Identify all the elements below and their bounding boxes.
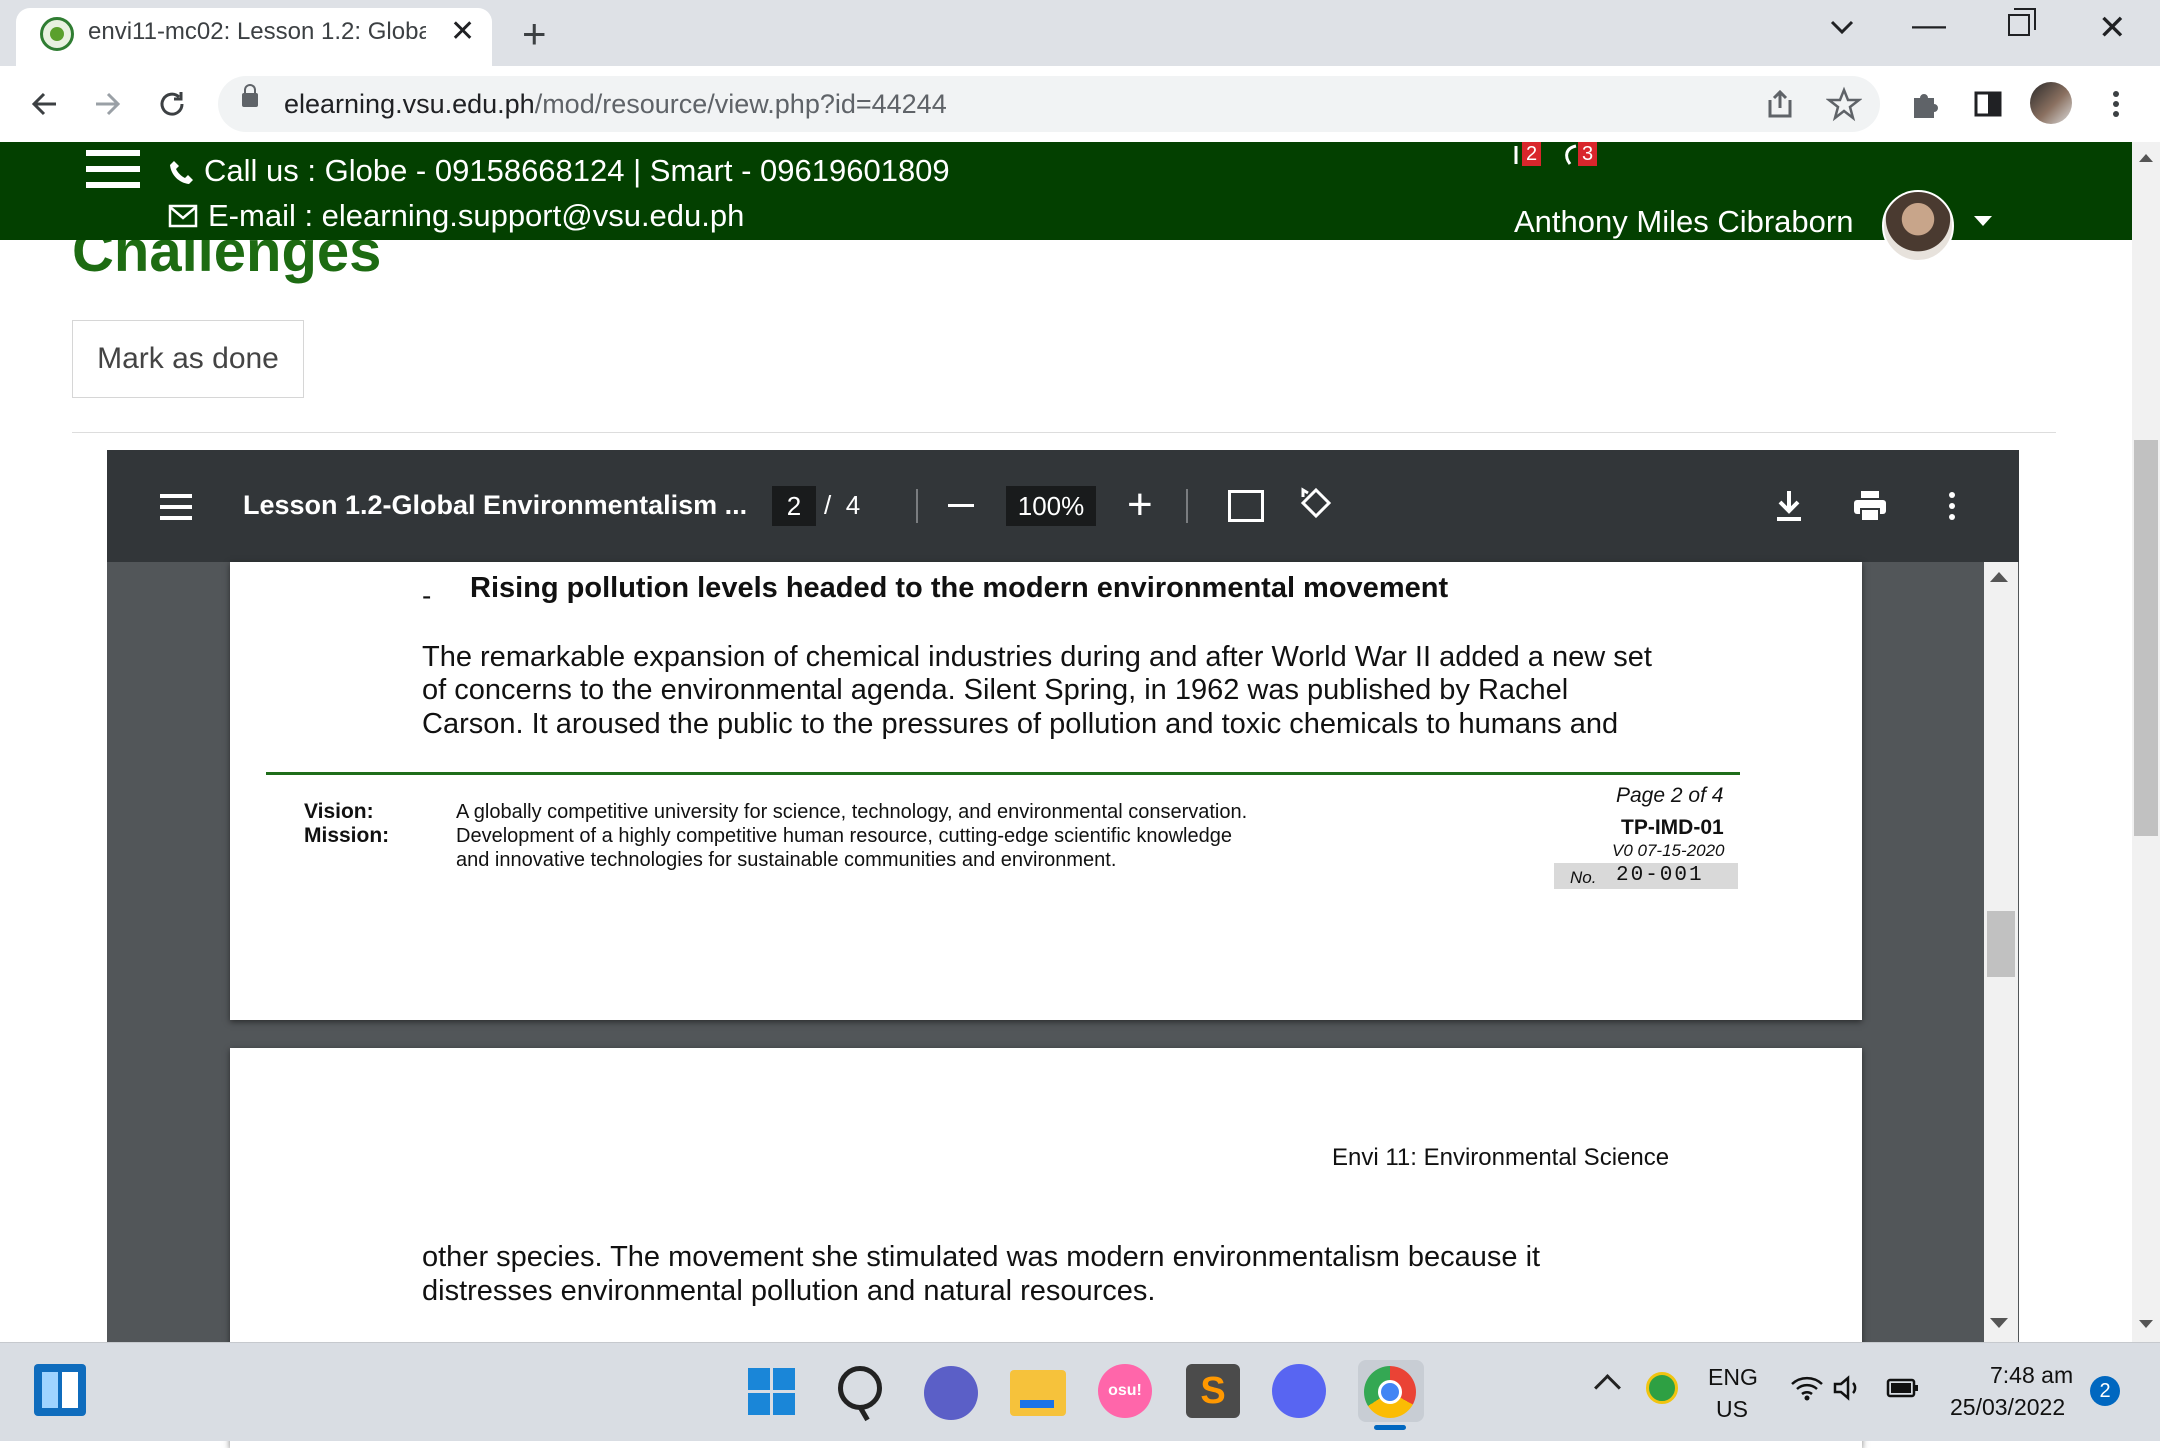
forward-icon[interactable] bbox=[90, 86, 126, 122]
page-of-label: Page 2 of 4 bbox=[1616, 784, 1724, 807]
mission-text: Development of a highly competitive huma… bbox=[456, 825, 1232, 847]
zoom-in-button[interactable]: + bbox=[1127, 480, 1153, 530]
content-divider bbox=[72, 432, 2056, 433]
vision-text: A globally competitive university for sc… bbox=[456, 801, 1248, 823]
paragraph-line: of concerns to the environmental agenda.… bbox=[422, 674, 1569, 706]
vsu-favicon-icon bbox=[40, 17, 74, 51]
wifi-icon[interactable] bbox=[1790, 1374, 1824, 1402]
pdf-title: Lesson 1.2-Global Environmentalism ... bbox=[243, 490, 748, 520]
clock-date[interactable]: 25/03/2022 bbox=[1950, 1394, 2065, 1421]
lock-icon[interactable] bbox=[242, 84, 258, 107]
kebab-menu-icon[interactable] bbox=[2104, 86, 2128, 122]
paragraph-line: Carson. It aroused the public to the pre… bbox=[422, 708, 1619, 740]
document-number-label: No. bbox=[1570, 868, 1597, 887]
vision-label: Vision: bbox=[304, 800, 374, 823]
footer-rule bbox=[266, 772, 1740, 775]
search-icon[interactable] bbox=[838, 1366, 882, 1410]
osu-icon[interactable]: osu! bbox=[1098, 1364, 1152, 1418]
pdf-page-input[interactable]: 2 bbox=[772, 486, 816, 526]
page-scrollbar-thumb[interactable] bbox=[2134, 440, 2158, 836]
side-panel-icon[interactable] bbox=[1972, 88, 2004, 120]
url-host: elearning.vsu.edu.ph bbox=[284, 89, 535, 119]
teams-chat-icon[interactable] bbox=[924, 1366, 978, 1420]
widgets-icon[interactable] bbox=[34, 1364, 86, 1416]
mission-text: and innovative technologies for sustaina… bbox=[456, 849, 1117, 871]
mark-as-done-button[interactable]: Mark as done bbox=[72, 320, 304, 398]
pdf-more-options-icon[interactable] bbox=[1944, 490, 1960, 522]
fit-to-page-icon[interactable] bbox=[1228, 490, 1264, 522]
paragraph-line: The remarkable expansion of chemical ind… bbox=[422, 641, 1652, 673]
tab-search-chevron-icon[interactable] bbox=[1822, 8, 1862, 48]
extensions-icon[interactable] bbox=[1906, 86, 1942, 122]
language-line1[interactable]: ENG bbox=[1708, 1364, 1758, 1391]
download-icon[interactable] bbox=[1774, 488, 1804, 524]
volume-icon[interactable] bbox=[1832, 1374, 1864, 1402]
clock-time[interactable]: 7:48 am bbox=[1990, 1362, 2073, 1389]
url-path: /mod/resource/view.php?id=44244 bbox=[534, 89, 947, 119]
notification-center-badge[interactable]: 2 bbox=[2090, 1376, 2120, 1406]
close-tab-icon[interactable]: ✕ bbox=[450, 14, 475, 49]
url-text[interactable]: elearning.vsu.edu.ph/mod/resource/view.p… bbox=[284, 89, 947, 120]
profile-avatar[interactable] bbox=[2030, 82, 2072, 124]
paragraph-line: other species. The movement she stimulat… bbox=[422, 1241, 1541, 1273]
page-scroll-down-arrow-icon[interactable] bbox=[2139, 1320, 2153, 1328]
new-tab-button[interactable]: + bbox=[522, 10, 547, 58]
document-number: 20-001 bbox=[1616, 864, 1704, 887]
battery-icon[interactable] bbox=[1886, 1376, 1920, 1400]
rotate-icon[interactable] bbox=[1300, 487, 1332, 519]
pdf-sidebar-menu-icon[interactable] bbox=[160, 494, 192, 520]
file-explorer-icon[interactable] bbox=[1010, 1370, 1066, 1416]
star-icon[interactable] bbox=[1826, 86, 1862, 122]
back-icon[interactable] bbox=[26, 86, 62, 122]
active-app-indicator bbox=[1374, 1425, 1406, 1430]
pdf-toolbar-separator bbox=[916, 489, 918, 523]
share-icon[interactable] bbox=[1762, 86, 1798, 122]
header-overlay bbox=[0, 142, 2132, 240]
paragraph-line: distresses environmental pollution and n… bbox=[422, 1275, 1156, 1307]
sublime-text-icon[interactable]: S bbox=[1186, 1364, 1240, 1418]
bullet-heading: Rising pollution levels headed to the mo… bbox=[470, 572, 1449, 604]
page-scroll-up-arrow-icon[interactable] bbox=[2139, 154, 2153, 162]
bullet-dash: - bbox=[422, 580, 432, 611]
start-icon[interactable] bbox=[748, 1368, 796, 1416]
minimize-button[interactable]: — bbox=[1912, 6, 1946, 45]
document-code: TP-IMD-01 bbox=[1621, 816, 1724, 839]
language-line2[interactable]: US bbox=[1716, 1396, 1748, 1423]
zoom-out-button[interactable] bbox=[948, 504, 974, 507]
restore-button[interactable] bbox=[2008, 8, 2036, 36]
pdf-scroll-up-arrow-icon[interactable] bbox=[1990, 572, 2008, 582]
chrome-icon[interactable] bbox=[1364, 1366, 1416, 1418]
pdf-scrollbar-thumb[interactable] bbox=[1987, 911, 2015, 977]
pdf-scroll-down-arrow-icon[interactable] bbox=[1990, 1318, 2008, 1328]
mission-label: Mission: bbox=[304, 824, 390, 847]
course-header: Envi 11: Environmental Science bbox=[1332, 1144, 1670, 1171]
pdf-page-total: / 4 bbox=[824, 490, 861, 520]
print-icon[interactable] bbox=[1852, 490, 1888, 522]
tab-title[interactable]: envi11-mc02: Lesson 1.2: Global bbox=[88, 18, 426, 46]
document-version: V0 07-15-2020 bbox=[1612, 841, 1725, 860]
discord-icon[interactable] bbox=[1272, 1364, 1326, 1418]
zoom-level-input[interactable]: 100% bbox=[1006, 486, 1096, 526]
tray-app-icon[interactable] bbox=[1646, 1372, 1678, 1404]
window-close-button[interactable]: ✕ bbox=[2098, 8, 2127, 48]
reload-icon[interactable] bbox=[154, 86, 190, 122]
pdf-toolbar-separator bbox=[1186, 489, 1188, 523]
